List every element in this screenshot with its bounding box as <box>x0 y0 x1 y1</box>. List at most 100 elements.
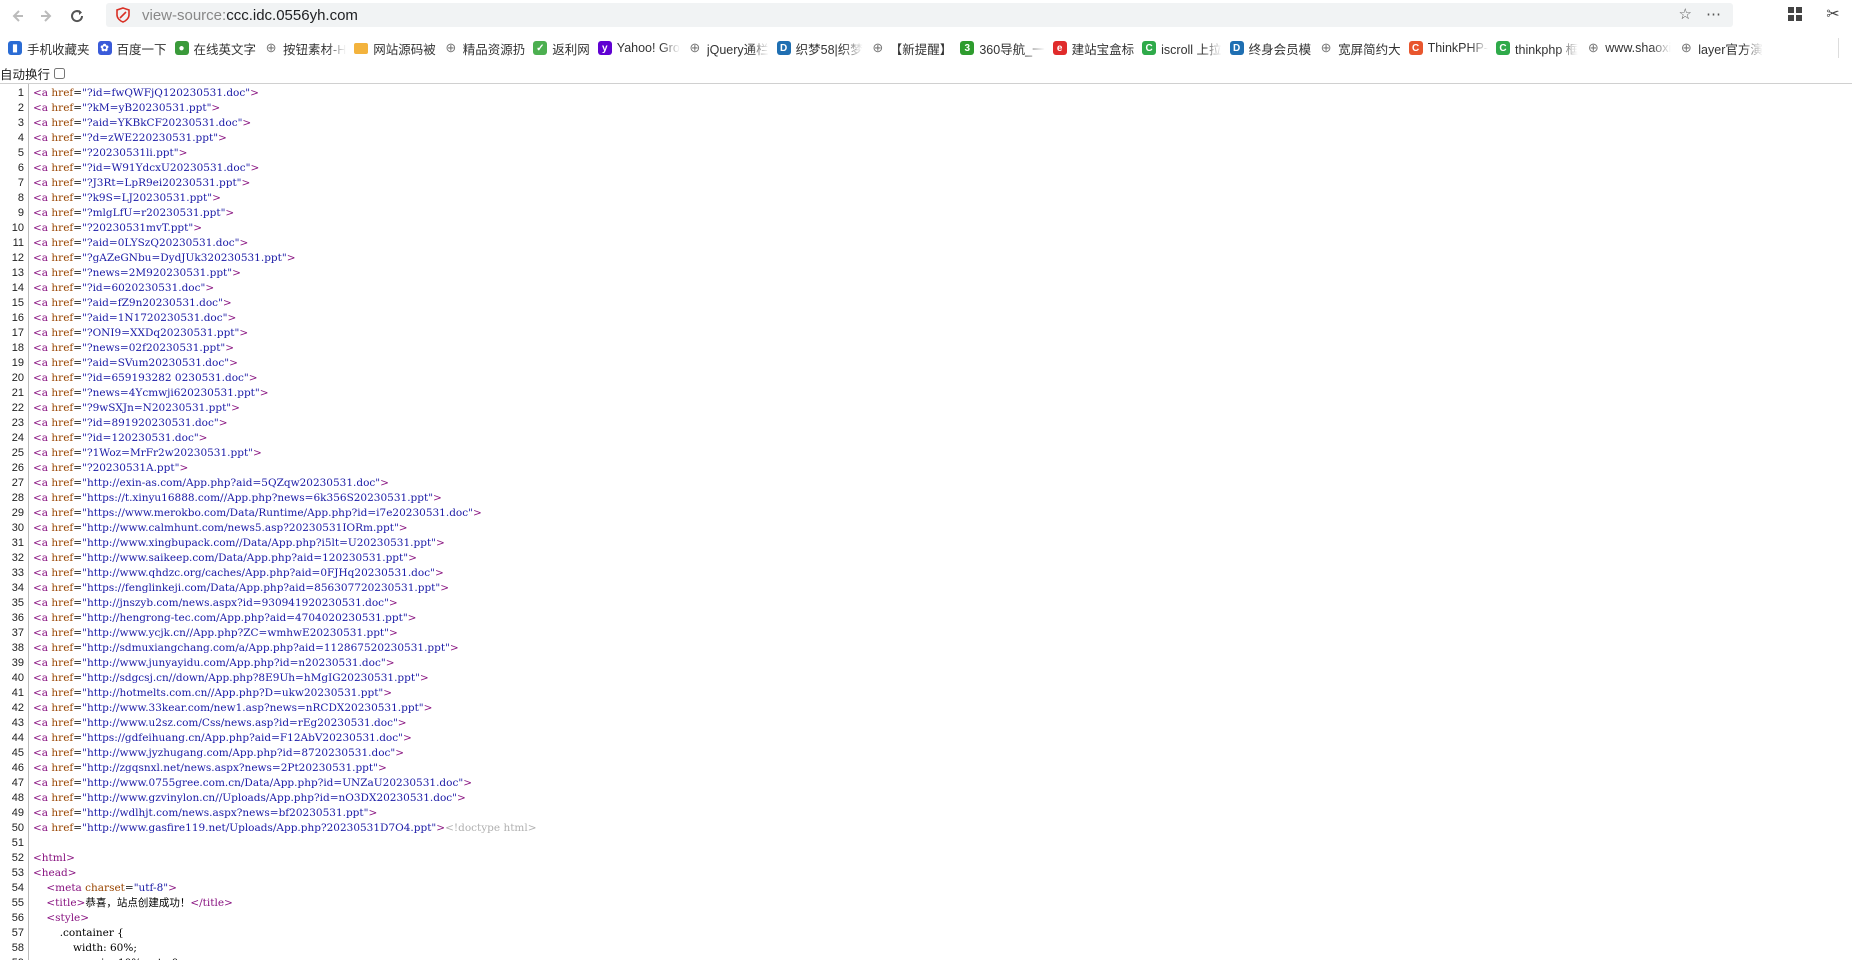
href-value[interactable]: "http://hengrong-tec.com/App.php?aid=470… <box>82 612 408 624</box>
href-value[interactable]: "http://www.0755gree.com.cn/Data/App.php… <box>82 777 463 789</box>
href-value[interactable]: "?gAZeGNbu=DydJUk320230531.ppt" <box>82 252 287 264</box>
source-view: 1 <a href="?id=fwQWFjQ120230531.doc"> 2 <a … <box>0 84 1852 960</box>
tag-open: <a <box>33 252 52 264</box>
href-value[interactable]: "?J3Rt=LpR9ei20230531.ppt" <box>82 177 241 189</box>
bookmark-item[interactable]: ⊕ 按钮素材-H <box>264 37 347 59</box>
href-value[interactable]: "http://www.gasfire119.net/Uploads/App.p… <box>82 822 436 834</box>
csdn-icon: C <box>1408 41 1423 55</box>
bookmark-item[interactable]: ⊕ 精品资源扔 <box>444 37 525 59</box>
back-button[interactable] <box>4 3 30 29</box>
attr-equals: = <box>73 207 83 219</box>
href-value[interactable]: "http://sdgcsj.cn//down/App.php?8E9Uh=hM… <box>82 672 420 684</box>
href-value[interactable]: "?20230531A.ppt" <box>82 462 179 474</box>
bookmark-item[interactable]: ✿ 百度一下 <box>97 37 167 59</box>
href-value[interactable]: "?20230531mvT.ppt" <box>82 222 193 234</box>
href-value[interactable]: "http://jnszyb.com/news.aspx?id=93094192… <box>82 597 389 609</box>
bookmark-item[interactable]: ▮ 手机收藏夹 <box>8 37 90 59</box>
href-value[interactable]: "http://www.gzvinylon.cn//Uploads/App.ph… <box>82 792 457 804</box>
more-dots-icon[interactable]: ⋯ <box>1706 5 1721 23</box>
url-text[interactable]: view-source:ccc.idc.0556yh.com <box>142 7 358 24</box>
href-value[interactable]: "http://www.xingbupack.com//Data/App.php… <box>82 537 436 549</box>
bookmark-item[interactable]: y Yahoo! Gro <box>597 37 680 59</box>
bookmark-item[interactable]: 3 360导航_一 <box>960 37 1045 59</box>
href-value[interactable]: "http://www.saikeep.com/Data/App.php?aid… <box>82 552 408 564</box>
href-value[interactable]: "?aid=1N1720230531.doc" <box>82 312 227 324</box>
security-warning-icon[interactable] <box>112 4 134 26</box>
href-value[interactable]: "?id=891920230531.doc" <box>82 417 219 429</box>
href-value[interactable]: "?id=6020230531.doc" <box>82 282 205 294</box>
bookmark-item[interactable]: D 织梦58|织梦 <box>776 37 863 59</box>
star-bookmark-icon[interactable]: ☆ <box>1679 5 1692 23</box>
href-value[interactable]: "http://www.33kear.com/new1.asp?news=nRC… <box>82 702 424 714</box>
href-value[interactable]: "http://www.junyayidu.com/App.php?id=n20… <box>82 657 386 669</box>
source-code: <a href="http://www.jyzhugang.com/App.ph… <box>33 746 404 761</box>
href-value[interactable]: "http://sdmuxiangchang.com/a/App.php?aid… <box>82 642 450 654</box>
href-value[interactable]: "?9wSXJn=N20230531.ppt" <box>82 402 231 414</box>
href-value[interactable]: "http://www.qhdzc.org/caches/App.php?aid… <box>82 567 435 579</box>
href-value[interactable]: "?aid=0LYSzQ20230531.doc" <box>82 237 239 249</box>
href-value[interactable]: "https://gdfeihuang.cn/App.php?aid=F12Ab… <box>82 732 403 744</box>
line-number: 7 <box>17 177 24 189</box>
bookmark-item[interactable]: ✓ 返利网 <box>533 37 590 59</box>
href-value[interactable]: "?20230531li.ppt" <box>82 147 178 159</box>
line-wrap-toggle[interactable]: 自动换行 <box>0 64 66 82</box>
source-code: <meta charset="utf-8"> <box>33 881 177 896</box>
forward-arrow-icon <box>41 10 52 22</box>
href-value[interactable]: "?id=120230531.doc" <box>82 432 199 444</box>
attr-equals: = <box>73 102 83 114</box>
bookmark-item[interactable]: ⊕ 【新提醒】 <box>871 37 952 59</box>
tag-open: <a <box>33 462 52 474</box>
href-value[interactable]: "?aid=fZ9n20230531.doc" <box>82 297 223 309</box>
href-value[interactable]: "http://www.calmhunt.com/news5.asp?20230… <box>82 522 399 534</box>
bookmark-item[interactable]: Ciscroll 上拉 <box>1142 37 1222 59</box>
href-value[interactable]: "?news=02f20230531.ppt" <box>82 342 225 354</box>
href-value[interactable]: "https://fenglinkeji.com/Data/App.php?ai… <box>82 582 440 594</box>
href-value[interactable]: "http://exin-as.com/App.php?aid=5QZqw202… <box>82 477 380 489</box>
bookmark-item[interactable]: D 终身会员模 <box>1229 37 1311 59</box>
href-value[interactable]: "http://wdlhjt.com/news.aspx?news=bf2023… <box>82 807 368 819</box>
source-line: 10 <a href="?20230531mvT.ppt"> <box>0 221 1852 236</box>
bookmark-item[interactable]: ⊕ jQuery通栏 <box>688 37 768 59</box>
href-value[interactable]: "?mlgLfU=r20230531.ppt" <box>82 207 225 219</box>
href-value[interactable]: "?id=W91YdcxU20230531.doc" <box>82 162 250 174</box>
href-value[interactable]: "https://www.merokbo.com/Data/Runtime/Ap… <box>82 507 473 519</box>
href-value[interactable]: "?news=2M920230531.ppt" <box>82 267 232 279</box>
line-number: 59 <box>0 956 24 960</box>
apps-grid-icon[interactable] <box>1784 3 1806 25</box>
source-code: <a href="https://www.merokbo.com/Data/Ru… <box>33 506 482 521</box>
href-value[interactable]: "http://www.ycjk.cn//App.php?ZC=wmhwE202… <box>82 627 389 639</box>
line-wrap-checkbox[interactable] <box>54 67 66 79</box>
source-code: <a href="?k9S=LJ20230531.ppt"> <box>33 191 221 206</box>
attr-name: href <box>51 792 74 804</box>
source-code: <a href="https://fenglinkeji.com/Data/Ap… <box>33 581 449 596</box>
bookmark-item[interactable]: ● 在线英文字 <box>174 37 256 59</box>
href-value[interactable]: "?id=fwQWFjQ120230531.doc" <box>82 87 250 99</box>
href-value[interactable]: "?id=659193282 0230531.doc" <box>82 372 249 384</box>
href-value[interactable]: "?d=zWE220230531.ppt" <box>82 132 218 144</box>
href-value[interactable]: "?1Woz=MrFr2w20230531.ppt" <box>82 447 253 459</box>
href-value[interactable]: "http://www.jyzhugang.com/App.php?id=872… <box>82 747 395 759</box>
bookmark-item[interactable]: ⊕ 宽屏简约大 <box>1319 37 1401 59</box>
href-value[interactable]: "?ONI9=XXDq20230531.ppt" <box>82 327 239 339</box>
bookmark-item[interactable]: e 建站宝盒标 <box>1052 37 1134 59</box>
href-value[interactable]: "?news=4Ycmwji620230531.ppt" <box>82 387 260 399</box>
href-value[interactable]: "?kM=yB20230531.ppt" <box>82 102 211 114</box>
href-value[interactable]: "?aid=SVum20230531.doc" <box>82 357 229 369</box>
bookmark-item[interactable]: ⊕ layer官方演 <box>1679 37 1763 59</box>
href-value[interactable]: "https://t.xinyu16888.com//App.php?news=… <box>82 492 433 504</box>
bookmark-item[interactable]: ⊕ www.shaoxi <box>1586 37 1671 59</box>
href-value[interactable]: "?aid=YKBkCF20230531.doc" <box>82 117 242 129</box>
href-value[interactable]: "?k9S=LJ20230531.ppt" <box>82 192 212 204</box>
forward-button[interactable] <box>34 3 60 29</box>
bookmark-item[interactable]: C ThinkPHP- <box>1408 37 1488 59</box>
reload-button[interactable] <box>64 3 90 29</box>
bookmark-item[interactable]: 网站源码被 <box>354 37 436 59</box>
bookmark-item[interactable]: Cthinkphp 框 <box>1496 37 1578 59</box>
href-value[interactable]: "http://zgqsnxl.net/news.aspx?news=2Pt20… <box>82 762 378 774</box>
href-value[interactable]: "http://hotmelts.com.cn//App.php?D=ukw20… <box>82 687 383 699</box>
attr-equals: = <box>73 117 83 129</box>
href-value[interactable]: "http://www.u2sz.com/Css/news.asp?id=rEg… <box>82 717 398 729</box>
address-bar[interactable]: view-source:ccc.idc.0556yh.com ☆ ⋯ <box>106 3 1733 27</box>
attr-equals: = <box>73 282 83 294</box>
scissors-icon[interactable]: ✂ <box>1822 3 1844 25</box>
